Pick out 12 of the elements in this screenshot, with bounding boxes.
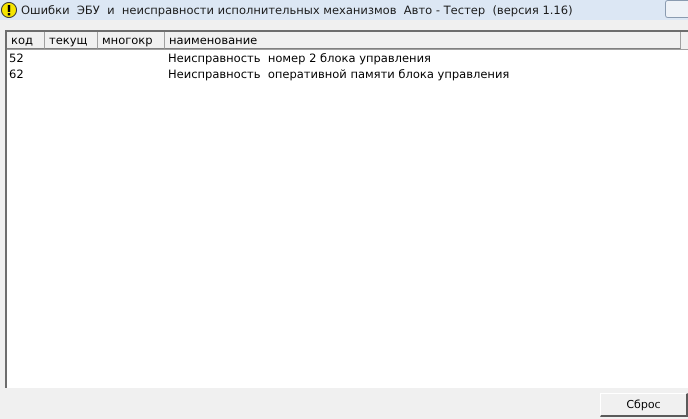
warning-icon — [1, 2, 17, 18]
table-cell-text: Неисправность оперативной памяти блока управления — [167, 66, 510, 82]
reset-button[interactable]: Сброс — [600, 393, 688, 417]
table-cell-text: 52 — [8, 50, 25, 66]
column-header[interactable]: многокр — [98, 32, 165, 49]
table-cell-text: Неисправность номер 2 блока управления — [167, 50, 432, 66]
column-header[interactable]: код — [7, 32, 45, 49]
window-button[interactable] — [665, 0, 688, 18]
window-title: Ошибки ЭБУ и неисправности исполнительных механизмов Авто - Тестер (версия 1.16) — [21, 3, 573, 17]
column-header[interactable]: наименование — [165, 32, 681, 49]
column-header[interactable]: текущ — [45, 32, 98, 49]
table-cell-text: 62 — [8, 66, 25, 82]
